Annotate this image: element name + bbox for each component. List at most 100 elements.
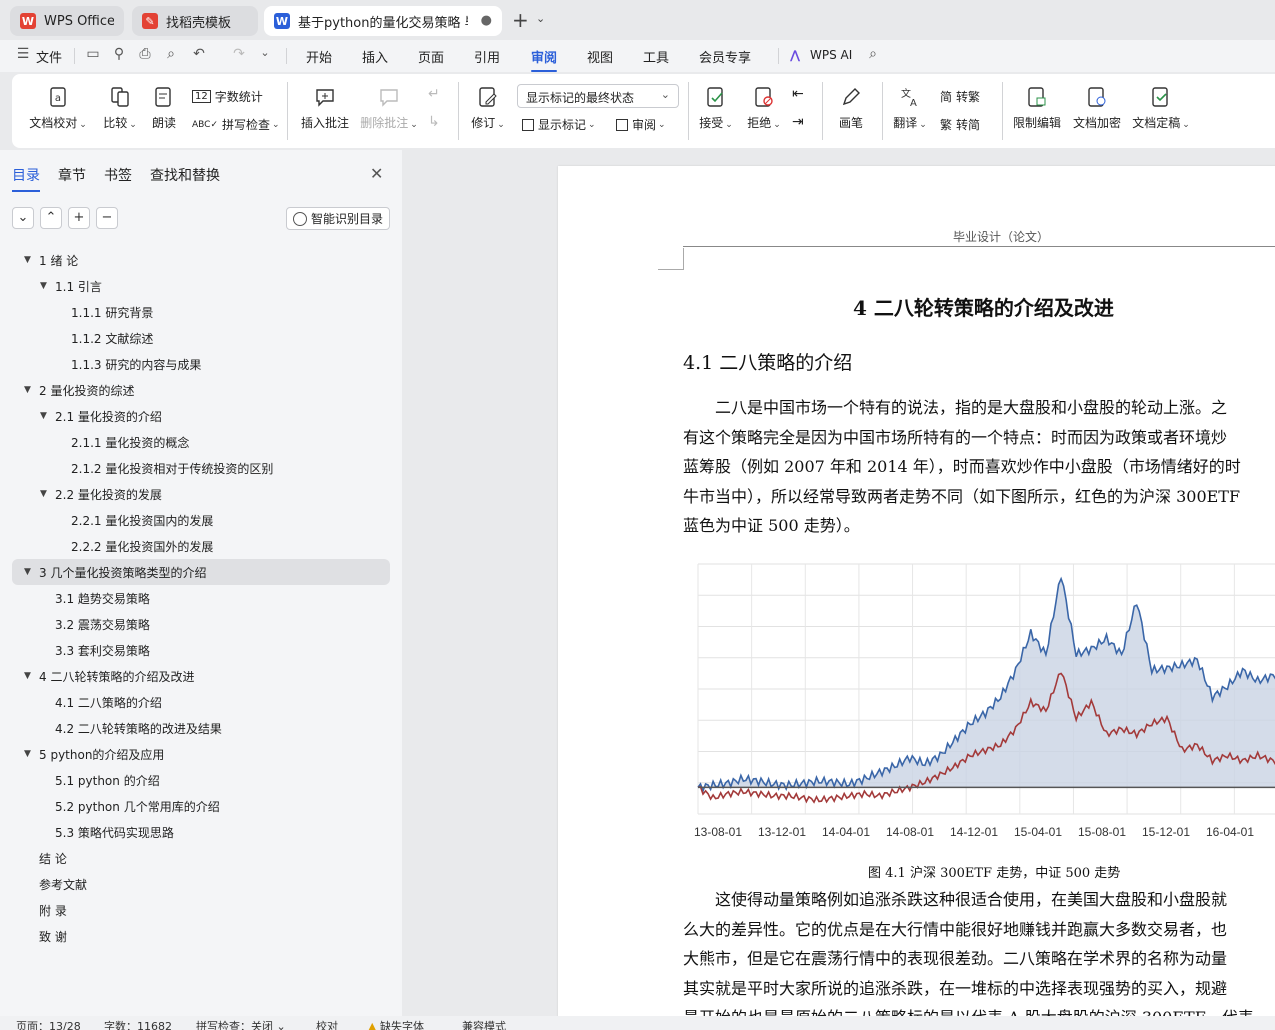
toc-item[interactable]: ▼ 2 量化投资的综述 [12, 377, 390, 403]
save-icon[interactable]: ▭ [84, 46, 102, 64]
toc-item[interactable]: 5.2 python 几个常用库的介绍 [12, 793, 390, 819]
menu-tools[interactable]: 工具 [643, 47, 669, 66]
spell-check-indicator[interactable]: 拼写检查：关闭 ⌄ [196, 1018, 286, 1030]
compare-button[interactable]: 比较 ⌄ [98, 86, 142, 131]
undo-icon[interactable]: ↶ [190, 46, 208, 64]
review-pane-button[interactable]: 审阅 ⌄ [616, 116, 666, 133]
toc-item[interactable]: 3.3 套利交易策略 [12, 637, 390, 663]
paragraph-2[interactable]: 这使得动量策略例如追涨杀跌这种很适合使用，在美国大盘股和小盘股就 么大的差异性。… [683, 885, 1254, 1016]
tab-current-document[interactable]: W 基于python的量化交易策略 毕 ● [264, 6, 502, 36]
smart-toc-button[interactable]: 智能识别目录 [286, 207, 390, 230]
menu-reference[interactable]: 引用 [474, 47, 500, 66]
expand-triangle-icon[interactable]: ▼ [24, 385, 31, 395]
expand-triangle-icon[interactable]: ▼ [40, 489, 47, 499]
toc-item[interactable]: 1.1.1 研究背景 [12, 299, 390, 325]
reject-button[interactable]: 拒绝 ⌄ [744, 86, 784, 131]
toc-item[interactable]: 结 论 [12, 845, 390, 871]
previous-comment-icon[interactable]: ↵ [428, 86, 440, 102]
menu-home[interactable]: 开始 [306, 47, 332, 66]
to-traditional-button[interactable]: 简 转繁 [940, 88, 980, 105]
more-chevron-icon[interactable]: ⌄ [256, 46, 274, 64]
paragraph-1[interactable]: 二八是中国市场一个特有的说法，指的是大盘股和小盘股的轮动上涨。之 有这个策略完全… [683, 393, 1241, 541]
finalize-button[interactable]: 文档定稿 ⌄ [1130, 86, 1192, 131]
toc-item[interactable]: 2.1.1 量化投资的概念 [12, 429, 390, 455]
toc-item[interactable]: 3.2 震荡交易策略 [12, 611, 390, 637]
remove-heading-button[interactable]: − [96, 207, 118, 229]
add-heading-button[interactable]: + [68, 207, 90, 229]
missing-font-indicator[interactable]: ▲ 缺失字体 [368, 1018, 424, 1030]
toc-item[interactable]: 4.2 二八轮转策略的改进及结果 [12, 715, 390, 741]
translate-button[interactable]: 文A 翻译 ⌄ [890, 86, 930, 131]
toc-item[interactable]: 5.1 python 的介绍 [12, 767, 390, 793]
insert-comment-button[interactable]: 插入批注 [298, 86, 352, 131]
next-comment-icon[interactable]: ↳ [428, 114, 440, 130]
delete-comment-button[interactable]: 删除批注 ⌄ [358, 86, 420, 131]
accept-button[interactable]: 接受 ⌄ [696, 86, 736, 131]
spell-check-button[interactable]: ABC✓ 拼写检查 ⌄ [192, 116, 280, 133]
toc-item[interactable]: ▼ 3 几个量化投资策略类型的介绍 [12, 559, 390, 585]
menu-wps-ai[interactable]: WPS AI [810, 48, 852, 62]
print-icon[interactable]: ⎙ [136, 46, 154, 64]
toc-item[interactable]: 致 谢 [12, 923, 390, 949]
expand-triangle-icon[interactable]: ▼ [24, 255, 31, 265]
expand-triangle-icon[interactable]: ▼ [24, 749, 31, 759]
tab-wps-office[interactable]: W WPS Office [10, 6, 124, 36]
expand-triangle-icon[interactable]: ▼ [40, 411, 47, 421]
toc-item[interactable]: 2.2.1 量化投资国内的发展 [12, 507, 390, 533]
menu-review[interactable]: 审阅 [531, 47, 558, 72]
expand-triangle-icon[interactable]: ▼ [24, 671, 31, 681]
menu-insert[interactable]: 插入 [362, 47, 388, 66]
read-aloud-button[interactable]: 朗读 [148, 86, 180, 131]
show-markup-button[interactable]: 显示标记 ⌄ [522, 116, 596, 133]
toc-item[interactable]: ▼ 1.1 引言 [12, 273, 390, 299]
toc-item[interactable]: ▼ 2.1 量化投资的介绍 [12, 403, 390, 429]
toc-item[interactable]: 2.2.2 量化投资国外的发展 [12, 533, 390, 559]
expand-triangle-icon[interactable]: ▼ [24, 567, 31, 577]
word-count-button[interactable]: 12 字数统计 [192, 88, 263, 105]
tab-chapters[interactable]: 章节 [58, 165, 86, 185]
tab-close-dot-icon[interactable]: ● [481, 13, 492, 28]
toc-item[interactable]: ▼ 4 二八轮转策略的介绍及改进 [12, 663, 390, 689]
previous-change-icon[interactable]: ⇤ [792, 86, 804, 102]
chevron-down-icon[interactable]: ⌄ [536, 12, 545, 25]
page-indicator[interactable]: 页面：13/28 [16, 1018, 81, 1030]
share-icon[interactable]: ⚲ [110, 46, 128, 64]
tab-toc[interactable]: 目录 [12, 165, 40, 192]
proofread-indicator[interactable]: 校对 [316, 1018, 338, 1030]
hamburger-icon[interactable]: ☰ [14, 46, 32, 64]
toc-item[interactable]: 5.3 策略代码实现思路 [12, 819, 390, 845]
word-count-indicator[interactable]: 字数：11682 [104, 1018, 172, 1030]
track-changes-button[interactable]: 修订 ⌄ [468, 86, 508, 131]
expand-triangle-icon[interactable]: ▼ [40, 281, 47, 291]
toc-item[interactable]: 附 录 [12, 897, 390, 923]
toc-item[interactable]: 4.1 二八策略的介绍 [12, 689, 390, 715]
close-icon[interactable]: ✕ [370, 164, 383, 183]
new-tab-icon[interactable]: + [512, 8, 529, 32]
tab-bookmarks[interactable]: 书签 [104, 165, 132, 185]
restrict-edit-button[interactable]: 限制编辑 [1010, 86, 1064, 131]
menu-file[interactable]: 文件 [36, 47, 62, 66]
proofread-button[interactable]: a 文档校对 ⌄ [28, 86, 88, 131]
toc-item[interactable]: 1.1.3 研究的内容与成果 [12, 351, 390, 377]
menu-view[interactable]: 视图 [587, 47, 613, 66]
chapter-title[interactable]: 4 二八轮转策略的介绍及改进 [853, 292, 1114, 321]
section-title[interactable]: 4.1 二八策略的介绍 [683, 348, 852, 375]
next-change-icon[interactable]: ⇥ [792, 114, 804, 130]
toc-item[interactable]: ▼ 5 python的介绍及应用 [12, 741, 390, 767]
menu-page[interactable]: 页面 [418, 47, 444, 66]
markup-display-select[interactable]: 显示标记的最终状态 ⌄ [517, 84, 679, 108]
document-canvas[interactable]: 毕业设计（论文） 4 二八轮转策略的介绍及改进 4.1 二八策略的介绍 二八是中… [403, 150, 1275, 1016]
menu-member[interactable]: 会员专享 [699, 47, 751, 66]
print-preview-icon[interactable]: ⌕ [162, 46, 180, 64]
redo-icon[interactable]: ↷ [230, 46, 248, 64]
encrypt-button[interactable]: 文档加密 [1070, 86, 1124, 131]
toc-item[interactable]: 3.1 趋势交易策略 [12, 585, 390, 611]
tab-docer-templates[interactable]: ✎ 找稻壳模板 [132, 6, 258, 36]
expand-all-button[interactable]: ⌄ [12, 207, 34, 229]
toc-item[interactable]: ▼ 1 绪 论 [12, 247, 390, 273]
toc-item[interactable]: 参考文献 [12, 871, 390, 897]
collapse-button[interactable]: ⌃ [40, 207, 62, 229]
tab-find-replace[interactable]: 查找和替换 [150, 165, 220, 185]
toc-item[interactable]: ▼ 2.2 量化投资的发展 [12, 481, 390, 507]
toc-item[interactable]: 2.1.2 量化投资相对于传统投资的区别 [12, 455, 390, 481]
